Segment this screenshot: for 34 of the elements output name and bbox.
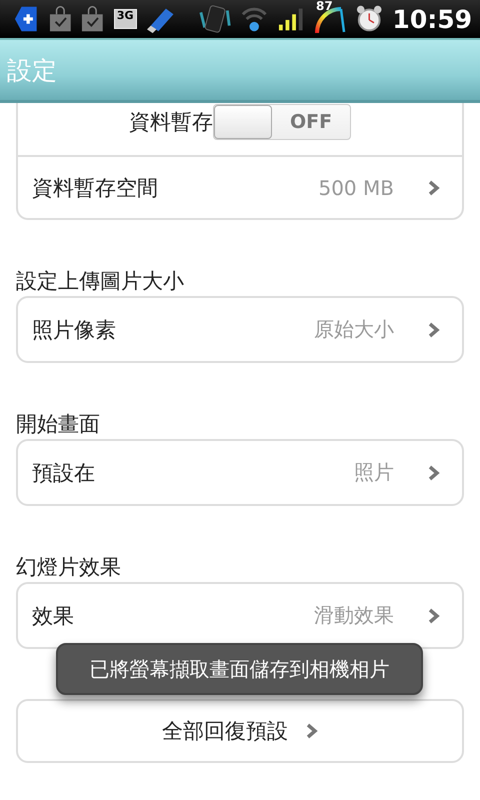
network-type-icon: 3G	[114, 9, 137, 29]
section-header: 幻燈片效果	[16, 554, 122, 581]
shopping-bag-check-icon[interactable]	[81, 6, 104, 32]
shopping-bag-check-icon[interactable]	[48, 6, 72, 32]
chevron-icon	[428, 322, 440, 338]
battery-level: 87	[316, 0, 333, 13]
screenshot-saved-toast: 已將螢幕擷取畫面儲存到相機相片	[56, 643, 423, 695]
chevron-icon	[428, 464, 440, 480]
section-header: 開始畫面	[16, 411, 101, 438]
row-label: 效果	[32, 602, 75, 630]
clock-time: 10:59	[392, 4, 472, 34]
row-value: 原始大小	[314, 316, 394, 343]
phone-vibrate-icon[interactable]	[198, 4, 232, 34]
row-label: 資料暫存空間	[32, 174, 159, 202]
row-label: 資料暫存	[129, 109, 213, 136]
settings-row[interactable]: 預設在 照片	[18, 441, 462, 504]
settings-row[interactable]: 效果 滑動效果	[18, 584, 462, 647]
row-label: 預設在	[32, 460, 96, 486]
chevron-icon	[306, 723, 318, 739]
settings-row[interactable]: 照片像素 原始大小	[18, 298, 462, 361]
row-value: 500 MB	[318, 176, 394, 200]
reset-defaults-button[interactable]: 全部回復預設	[16, 699, 464, 763]
alarm-clock-icon[interactable]	[356, 4, 382, 34]
screen-title: 設定	[7, 54, 57, 86]
chevron-icon	[428, 180, 440, 196]
toggle-switch[interactable]: OFF	[213, 104, 351, 140]
plus-badge-icon[interactable]	[14, 5, 39, 33]
row-value: 滑動效果	[314, 602, 394, 629]
signal-icon	[278, 6, 304, 32]
settings-row[interactable]: 資料暫存空間 500 MB	[18, 155, 462, 218]
section-header: 設定上傳圖片大小	[16, 268, 185, 295]
row-value: 照片	[354, 459, 394, 486]
chevron-icon	[428, 608, 440, 624]
row-label: 照片像素	[32, 316, 117, 344]
